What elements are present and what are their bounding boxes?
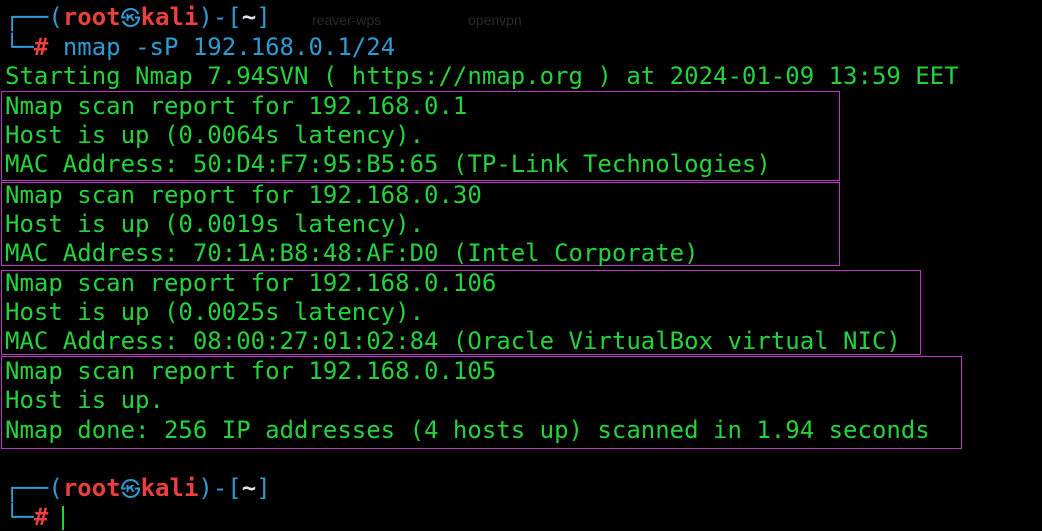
host-status-line: Host is up. — [5, 386, 164, 414]
host-status-line: Host is up (0.0019s latency). — [5, 210, 425, 238]
prompt-host: kali — [140, 3, 199, 31]
host-report-line: Nmap scan report for 192.168.0.105 — [5, 357, 497, 385]
prompt-close-bracket: ] — [256, 474, 271, 502]
host-report-line: Nmap scan report for 192.168.0.30 — [5, 181, 482, 209]
host-report-line: Nmap scan report for 192.168.0.106 — [5, 269, 497, 297]
prompt-cwd: ~ — [241, 474, 257, 502]
prompt-close-bracket: ] — [256, 3, 271, 31]
nmap-start-line: Starting Nmap 7.94SVN ( https://nmap.org… — [5, 62, 959, 90]
prompt-open-paren: ( — [48, 3, 63, 31]
prompt-user: root — [62, 474, 121, 502]
prompt-open-paren: ( — [48, 474, 63, 502]
prompt-line-2: ┌──(root㉿kali)-[~] — [5, 474, 271, 503]
nmap-done-line: Nmap done: 256 IP addresses (4 hosts up)… — [5, 416, 930, 444]
host-status-line: Host is up (0.0064s latency). — [5, 121, 425, 149]
prompt-corner-bottom: └─ — [5, 33, 34, 61]
host-status-line: Host is up (0.0025s latency). — [5, 298, 425, 326]
prompt-line-1: ┌──(root㉿kali)-[~] — [5, 3, 271, 32]
ghost-label-reaver: reaver-wps — [312, 12, 382, 28]
text-cursor[interactable] — [62, 506, 65, 530]
prompt-hash: # — [33, 503, 49, 531]
command-line-1: └─# nmap -sP 192.168.0.1/24 — [5, 33, 395, 62]
command-tool: nmap — [62, 33, 121, 61]
prompt-host: kali — [140, 474, 199, 502]
prompt-user: root — [62, 3, 121, 31]
ghost-label-openvpn: openvpn — [468, 12, 522, 28]
prompt-cwd: ~ — [241, 3, 257, 31]
command-args: -sP 192.168.0.1/24 — [135, 33, 396, 61]
terminal-window[interactable]: reaver-wps openvpn ┌──(root㉿kali)-[~] └─… — [0, 0, 1042, 531]
prompt-corner-bottom: └─ — [5, 503, 34, 531]
prompt-corner-top: ┌── — [5, 474, 49, 502]
kali-skull-icon: ㉿ — [120, 6, 141, 30]
kali-skull-icon: ㉿ — [120, 477, 141, 501]
prompt-corner-top: ┌── — [5, 3, 49, 31]
prompt-close-paren: )-[ — [198, 474, 242, 502]
host-mac-line: MAC Address: 70:1A:B8:48:AF:D0 (Intel Co… — [5, 239, 699, 267]
command-line-2[interactable]: └─# — [5, 503, 65, 531]
host-mac-line: MAC Address: 08:00:27:01:02:84 (Oracle V… — [5, 327, 901, 355]
host-report-line: Nmap scan report for 192.168.0.1 — [5, 92, 468, 120]
host-mac-line: MAC Address: 50:D4:F7:95:B5:65 (TP-Link … — [5, 150, 771, 178]
prompt-hash: # — [33, 33, 49, 61]
prompt-close-paren: )-[ — [198, 3, 242, 31]
